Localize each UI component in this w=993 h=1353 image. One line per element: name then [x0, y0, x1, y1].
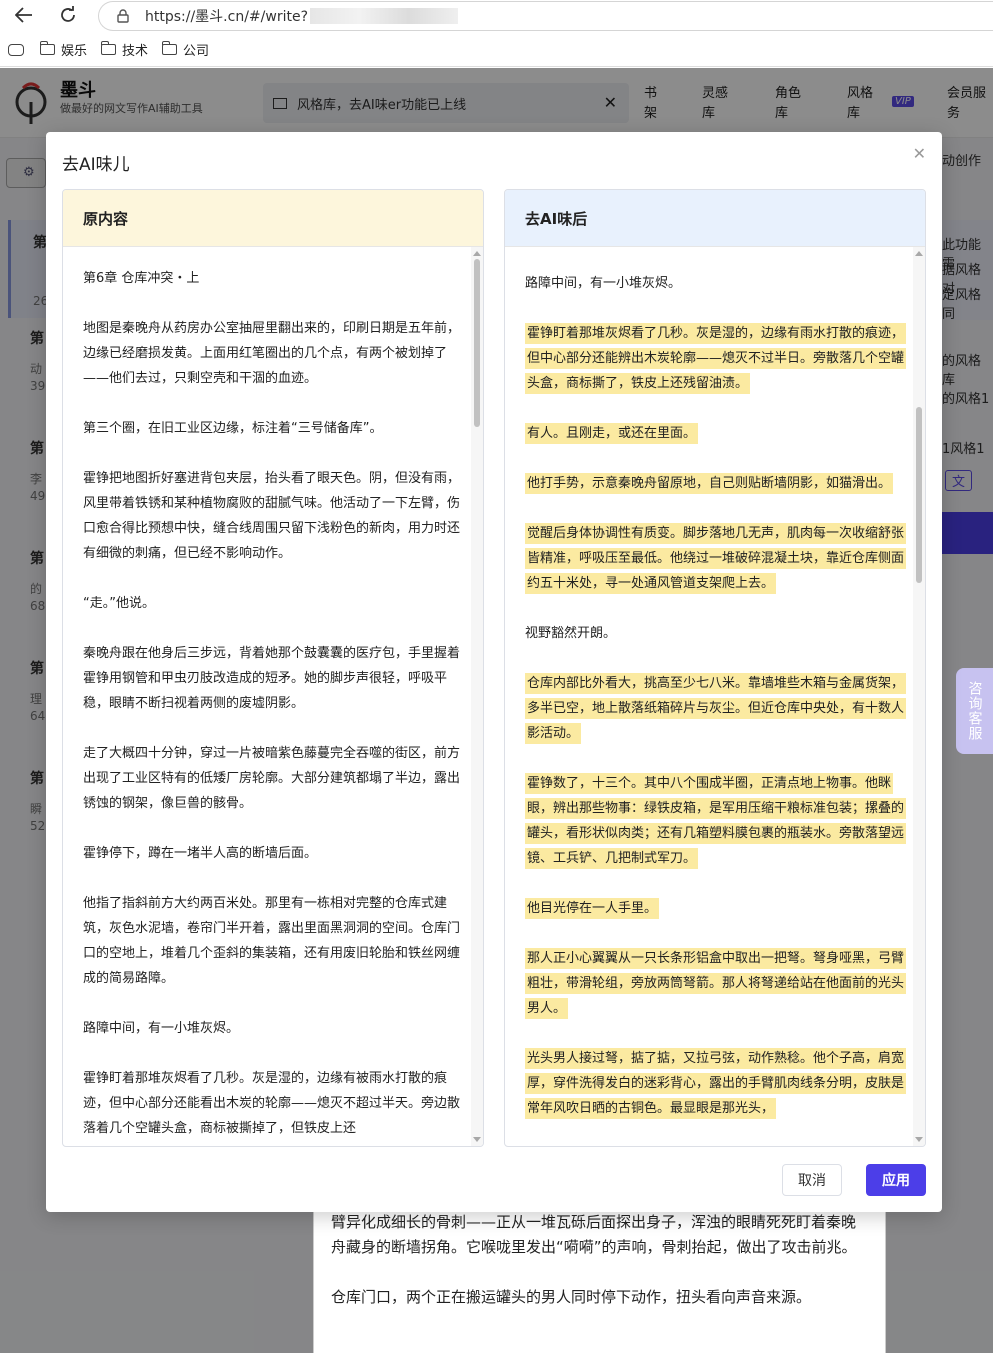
- browser-toolbar: https://墨斗.cn/#/write?: [0, 0, 993, 33]
- scroll-thumb[interactable]: [474, 259, 480, 427]
- highlighted-text: 他打手势，示意秦晚舟留原地，自己则贴断墙阴影，如猫滑出。: [525, 473, 894, 494]
- rewritten-scrollbar[interactable]: [913, 247, 925, 1146]
- apply-button[interactable]: 应用: [866, 1164, 926, 1196]
- bookmarks-bar: 娱乐 技术 公司: [0, 33, 993, 67]
- bookmark-folder-2[interactable]: 技术: [100, 40, 148, 59]
- cancel-button[interactable]: 取消: [782, 1164, 842, 1196]
- rewritten-paragraph: 霍铮盯着那堆灰烬看了几秒。灰是湿的，边缘有雨水打散的痕迹，但中心部分还能辨出木炭…: [525, 321, 907, 396]
- highlighted-text: 霍铮数了，十三个。其中八个围成半圈，正清点地上物事。他眯眼，辨出那些物事：绿铁皮…: [525, 773, 907, 869]
- rewritten-paragraph: 他目光停在一人手里。: [525, 896, 905, 921]
- scroll-thumb[interactable]: [916, 407, 922, 583]
- original-paragraph: 霍铮盯着那堆灰烬看了几秒。灰是湿的，边缘有被雨水打散的痕迹，但中心部分还能看出木…: [83, 1071, 461, 1136]
- rewritten-paragraph: 有人。且刚走，或还在里面。: [525, 421, 905, 446]
- scroll-up-icon[interactable]: [915, 251, 923, 256]
- dialog-title: 去AI味儿: [62, 155, 130, 175]
- original-paragraph: 秦晚舟跟在他身后三步远，背着她那个鼓囊囊的医疗包，手里握着霍铮用钢管和甲虫刃肢改…: [83, 646, 461, 711]
- customer-service-button[interactable]: 咨询客服: [956, 668, 993, 754]
- lock-icon: [117, 9, 129, 23]
- original-paragraph: 走了大概四十分钟，穿过一片被暗紫色藤蔓完全吞噬的街区，前方出现了工业区特有的低矮…: [83, 746, 461, 811]
- original-scrollbar[interactable]: [471, 247, 483, 1146]
- rewritten-paragraph: 觉醒后身体协调性有质变。脚步落地几无声，肌肉每一次收缩舒张皆精准，呼吸压至最低。…: [525, 521, 907, 596]
- dialog-close-icon[interactable]: ✕: [913, 144, 926, 163]
- original-content-title: 原内容: [63, 190, 483, 247]
- highlighted-text: 有人。且刚走，或还在里面。: [525, 423, 699, 444]
- rewritten-paragraph: 他打手势，示意秦晚舟留原地，自己则贴断墙阴影，如猫滑出。: [525, 471, 905, 496]
- original-paragraph: “走。”他说。: [83, 596, 155, 611]
- original-paragraph: 霍铮把地图折好塞进背包夹层，抬头看了眼天色。阴，但没有雨，风里带着铁锈和某种植物…: [83, 471, 461, 561]
- rewritten-paragraph: 路障中间，有一小堆灰烬。: [525, 271, 905, 296]
- highlighted-text: 觉醒后身体协调性有质变。脚步落地几无声，肌肉每一次收缩舒张皆精准，呼吸压至最低。…: [525, 523, 907, 594]
- original-paragraph: 地图是秦晚舟从药房办公室抽屉里翻出来的，印刷日期是五年前，边缘已经磨损发黄。上面…: [83, 321, 461, 386]
- highlighted-text: 光头男人接过弩，掂了掂，又拉弓弦，动作熟稔。他个子高，肩宽厚，穿件洗得发白的迷彩…: [525, 1048, 907, 1119]
- original-paragraph: 第三个圈，在旧工业区边缘，标注着“三号储备库”。: [83, 421, 383, 436]
- rewritten-paragraph: 那人正小心翼翼从一只长条形铝盒中取出一把弩。弩身哑黑，弓臂粗壮，带滑轮组，旁放两…: [525, 946, 907, 1021]
- folder-icon: [39, 41, 55, 55]
- back-arrow-icon[interactable]: [13, 4, 35, 26]
- de-ai-dialog: 去AI味儿 ✕ 原内容 第6章 仓库冲突・上地图是秦晚舟从药房办公室抽屉里翻出来…: [46, 132, 942, 1212]
- original-paragraph: 霍铮停下，蹲在一堵半人高的断墙后面。: [83, 846, 318, 861]
- highlighted-text: 他目光停在一人手里。: [525, 898, 660, 919]
- reading-list-icon[interactable]: [8, 43, 24, 56]
- rewritten-content-title: 去AI味后: [505, 190, 925, 247]
- highlighted-text: 霍铮盯着那堆灰烬看了几秒。灰是湿的，边缘有雨水打散的痕迹，但中心部分还能辨出木炭…: [525, 323, 907, 394]
- original-content-panel: 原内容 第6章 仓库冲突・上地图是秦晚舟从药房办公室抽屉里翻出来的，印刷日期是五…: [62, 189, 484, 1147]
- scroll-up-icon[interactable]: [473, 251, 481, 256]
- original-paragraph: 第6章 仓库冲突・上: [83, 271, 200, 286]
- scroll-down-icon[interactable]: [473, 1137, 481, 1142]
- editor-text-behind: 臂异化成细长的骨刺——正从一堆瓦砾后面探出身子，浑浊的眼睛死死盯着秦晚舟藏身的断…: [313, 1210, 886, 1353]
- rewritten-content-text: 路障中间，有一小堆灰烬。霍铮盯着那堆灰烬看了几秒。灰是湿的，边缘有雨水打散的痕迹…: [505, 247, 925, 1146]
- rewritten-paragraph: 仓库内部比外看大，挑高至少七八米。靠墙堆些木箱与金属货架，多半已空，地上散落纸箱…: [525, 671, 907, 746]
- plain-text: 路障中间，有一小堆灰烬。: [525, 276, 682, 291]
- bookmark-folder-3[interactable]: 公司: [161, 40, 209, 59]
- folder-icon: [161, 41, 178, 55]
- scroll-down-icon[interactable]: [915, 1137, 923, 1142]
- plain-text: 视野豁然开朗。: [525, 626, 617, 641]
- original-paragraph: 路障中间，有一小堆灰烬。: [83, 1021, 240, 1036]
- address-bar[interactable]: https://墨斗.cn/#/write?: [98, 1, 993, 31]
- reload-icon[interactable]: [57, 4, 79, 26]
- original-paragraph: 他指了指斜前方大约两百米处。那里有一栋相对完整的仓库式建筑，灰色水泥墙，卷帘门半…: [83, 896, 461, 986]
- folder-icon: [100, 41, 117, 55]
- rewritten-paragraph: 光头男人接过弩，掂了掂，又拉弓弦，动作熟稔。他个子高，肩宽厚，穿件洗得发白的迷彩…: [525, 1046, 907, 1121]
- url-redacted: [310, 8, 458, 24]
- highlighted-text: 仓库内部比外看大，挑高至少七八米。靠墙堆些木箱与金属货架，多半已空，地上散落纸箱…: [525, 673, 907, 744]
- bookmark-folder-1[interactable]: 娱乐: [39, 40, 87, 59]
- original-content-text: 第6章 仓库冲突・上地图是秦晚舟从药房办公室抽屉里翻出来的，印刷日期是五年前，边…: [63, 247, 483, 1146]
- rewritten-paragraph: 霍铮数了，十三个。其中八个围成半圈，正清点地上物事。他眯眼，辨出那些物事：绿铁皮…: [525, 771, 907, 871]
- rewritten-paragraph: 视野豁然开朗。: [525, 621, 905, 646]
- url-text: https://墨斗.cn/#/write?: [145, 9, 308, 25]
- rewritten-content-panel: 去AI味后 路障中间，有一小堆灰烬。霍铮盯着那堆灰烬看了几秒。灰是湿的，边缘有雨…: [504, 189, 926, 1147]
- highlighted-text: 那人正小心翼翼从一只长条形铝盒中取出一把弩。弩身哑黑，弓臂粗壮，带滑轮组，旁放两…: [525, 948, 907, 1019]
